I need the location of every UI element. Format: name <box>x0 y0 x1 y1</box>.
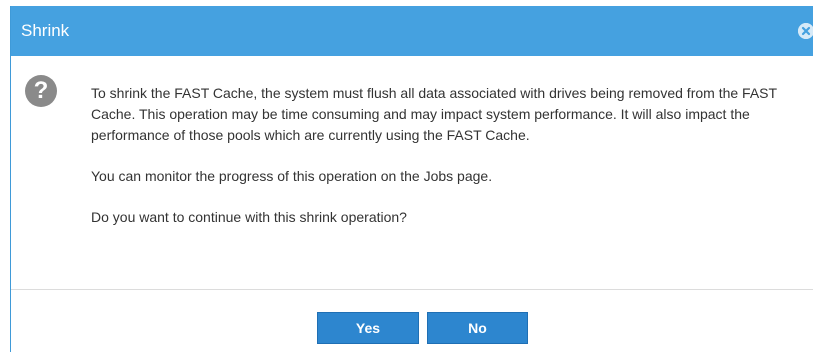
yes-button[interactable]: Yes <box>317 312 419 344</box>
dialog-title: Shrink <box>21 21 70 40</box>
dialog-titlebar: Shrink <box>11 6 813 56</box>
footer-divider <box>11 289 813 290</box>
shrink-dialog: Shrink ? To shrink the FAST Cache, the s… <box>10 6 813 352</box>
no-button[interactable]: No <box>427 312 528 344</box>
question-icon: ? <box>25 75 57 107</box>
message-paragraph-3: Do you want to continue with this shrink… <box>91 209 407 225</box>
question-glyph: ? <box>33 77 49 104</box>
dialog-message: To shrink the FAST Cache, the system mus… <box>91 83 806 228</box>
message-paragraph-2: You can monitor the progress of this ope… <box>91 168 493 184</box>
close-icon[interactable] <box>798 23 813 39</box>
message-paragraph-1: To shrink the FAST Cache, the system mus… <box>91 85 777 143</box>
